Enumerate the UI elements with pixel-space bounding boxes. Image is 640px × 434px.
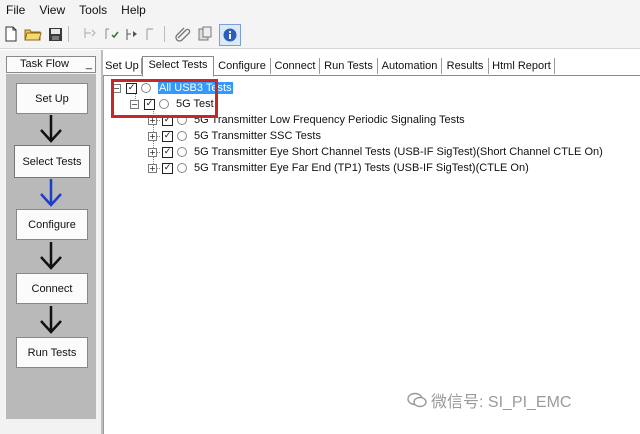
step-connect[interactable]: Connect <box>16 273 88 304</box>
open-folder-icon[interactable] <box>24 25 42 43</box>
tree-node-test[interactable]: + ✓ 5G Transmitter SSC Tests <box>148 129 321 143</box>
step-select-tests[interactable]: Select Tests <box>14 145 90 178</box>
test-checkbox[interactable]: ✓ <box>162 162 173 174</box>
step-label: Connect <box>31 282 73 295</box>
status-indicator <box>177 131 187 141</box>
menu-view[interactable]: View <box>32 0 72 20</box>
watermark-text: 微信号: SI_PI_EMC <box>431 394 572 411</box>
tab-select-tests[interactable]: Select Tests <box>142 56 214 77</box>
highlight-box <box>111 79 218 118</box>
tab-results[interactable]: Results <box>442 58 489 74</box>
task-flow-steps: Set Up Select Tests Configure Connect Ru… <box>6 74 96 419</box>
tree-node-test[interactable]: + ✓ 5G Transmitter Eye Short Channel Tes… <box>148 145 603 159</box>
flow-arrow-icon <box>40 306 62 334</box>
new-file-icon[interactable] <box>2 25 20 43</box>
tab-run-tests[interactable]: Run Tests <box>320 58 378 74</box>
task-flow-title: Task Flow <box>20 58 69 70</box>
step-label: Select Tests <box>22 155 82 168</box>
status-indicator <box>177 147 187 157</box>
watermark: 微信号: SI_PI_EMC <box>407 388 571 412</box>
wechat-icon <box>407 392 427 408</box>
status-indicator <box>177 163 187 173</box>
tab-set-up[interactable]: Set Up <box>103 58 142 74</box>
run-to-icon[interactable] <box>122 25 140 43</box>
step-run-tests[interactable]: Run Tests <box>16 337 88 368</box>
tree-node-test[interactable]: + ✓ 5G Transmitter Eye Far End (TP1) Tes… <box>148 161 529 175</box>
toolbar-separator <box>164 26 165 42</box>
task-flow-panel: Task Flow _ Set Up Select Tests Configur… <box>0 50 103 434</box>
toolbar-separator <box>68 26 69 42</box>
tab-configure[interactable]: Configure <box>214 58 271 74</box>
step-configure[interactable]: Configure <box>16 209 88 240</box>
paste-icon[interactable] <box>196 25 214 43</box>
copy-icon[interactable] <box>174 25 192 43</box>
tree-node-label: 5G Transmitter Low Frequency Periodic Si… <box>194 114 465 126</box>
tab-connect[interactable]: Connect <box>271 58 320 74</box>
flow-arrow-active-icon <box>40 179 62 207</box>
tab-strip: Set Up Select Tests Configure Connect Ru… <box>103 56 640 77</box>
expand-toggle[interactable]: + <box>148 131 157 141</box>
select-tool-icon[interactable] <box>82 25 100 43</box>
minimize-button[interactable]: _ <box>73 57 92 72</box>
expand-toggle[interactable]: + <box>148 163 157 173</box>
menu-help[interactable]: Help <box>114 0 153 20</box>
tab-html-report[interactable]: Html Report <box>489 58 555 74</box>
menu-bar: File View Tools Help <box>0 0 640 20</box>
info-icon[interactable] <box>219 24 241 46</box>
tree-node-label: 5G Transmitter SSC Tests <box>194 130 321 142</box>
step-icon[interactable] <box>102 25 120 43</box>
test-checkbox[interactable]: ✓ <box>162 130 173 142</box>
flow-arrow-icon <box>40 115 62 143</box>
tree-node-label: 5G Transmitter Eye Far End (TP1) Tests (… <box>194 162 529 174</box>
step-label: Configure <box>28 218 76 231</box>
save-icon[interactable] <box>46 25 64 43</box>
menu-tools[interactable]: Tools <box>72 0 114 20</box>
step-setup[interactable]: Set Up <box>16 83 88 114</box>
tree-node-label: 5G Transmitter Eye Short Channel Tests (… <box>194 146 603 158</box>
tab-automation[interactable]: Automation <box>378 58 442 74</box>
task-flow-header: Task Flow _ <box>6 56 96 73</box>
toolbar <box>0 20 640 49</box>
expand-toggle[interactable]: + <box>148 147 157 157</box>
test-tree: − ✓ All USB3 Tests − ✓ 5G Test + ✓ 5G Tr… <box>103 76 640 434</box>
step-label: Run Tests <box>27 346 77 359</box>
menu-file[interactable]: File <box>0 0 32 20</box>
step-label: Set Up <box>35 92 69 105</box>
filter-icon[interactable] <box>142 25 160 43</box>
flow-arrow-icon <box>40 242 62 270</box>
test-checkbox[interactable]: ✓ <box>162 146 173 158</box>
